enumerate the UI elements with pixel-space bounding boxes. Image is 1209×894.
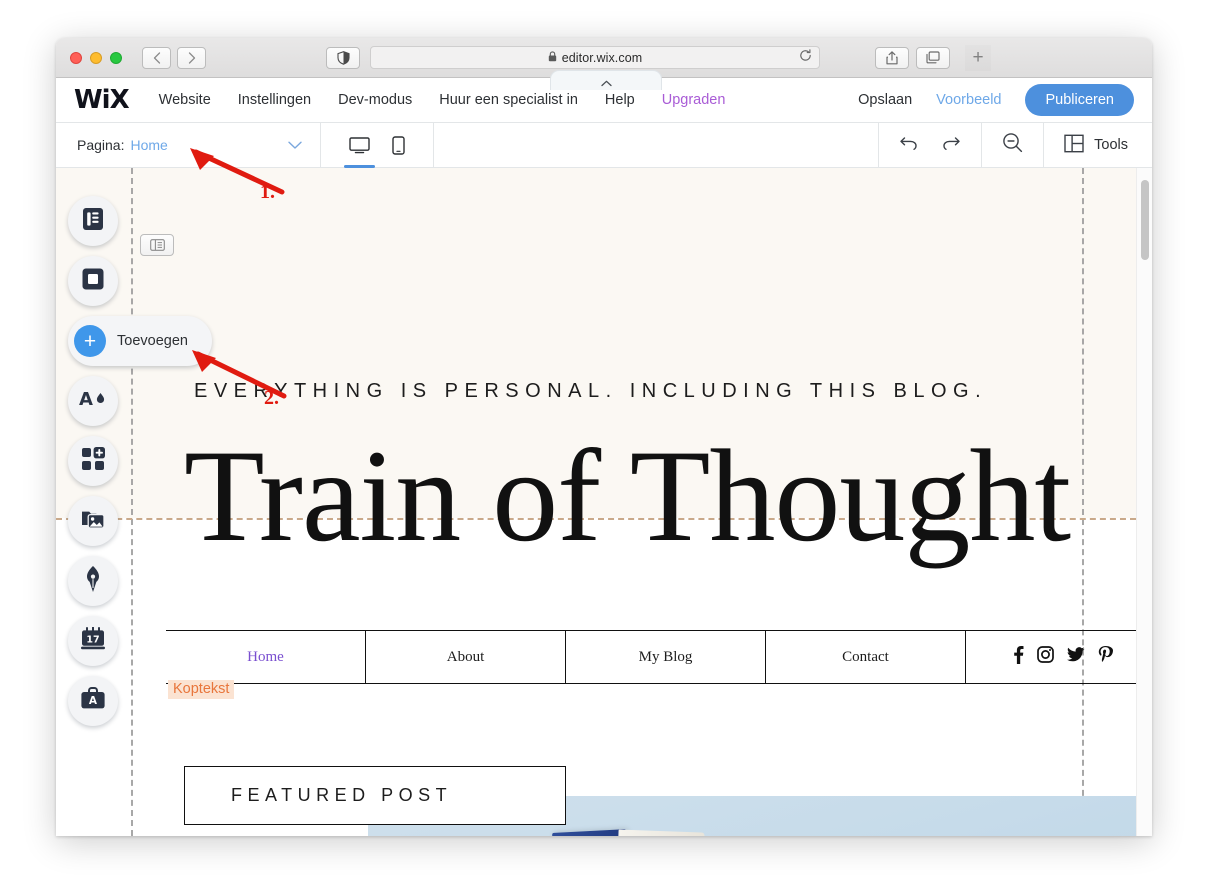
chevron-down-icon[interactable] [288,137,302,153]
featured-post-label[interactable]: FEATURED POST [184,766,566,825]
back-button[interactable] [142,46,171,69]
screenshot-root: editor.wix.com + WiX Website Instellinge… [0,0,1209,894]
panels-icon [1064,134,1084,157]
text-and-color-icon: A [79,388,107,415]
sidebar-item-background[interactable] [68,256,118,306]
url-text-group: editor.wix.com [548,51,643,65]
lock-icon [548,50,557,65]
page-name-label: Home [130,137,168,153]
menu-item-help[interactable]: Help [605,92,635,108]
close-window-button[interactable] [70,51,82,64]
sidebar-item-business-tools[interactable]: A [68,676,118,726]
sidebar-item-label-add: Toevoegen [117,333,188,349]
navigation-buttons[interactable] [142,46,206,69]
page-selector[interactable]: Pagina: Home [56,123,321,167]
annotation-number-2: 2. [264,387,279,409]
publish-button[interactable]: Publiceren [1025,84,1134,116]
wix-logo[interactable]: WiX [74,85,130,115]
calendar-17-icon: 17 [80,626,106,656]
show-tabs-icon[interactable] [916,46,950,69]
zoom-controls [981,123,1043,167]
history-controls [878,123,981,167]
view-mode-switch [321,123,434,168]
sidebar-item-my-uploads[interactable] [68,496,118,546]
new-tab-button[interactable]: + [965,44,991,71]
tools-label: Tools [1094,137,1128,153]
site-stage[interactable]: EVERYTHING IS PERSONAL. INCLUDING THIS B… [56,168,1136,836]
browser-right-buttons[interactable]: + [875,44,991,71]
redo-icon[interactable] [941,135,961,156]
editor-canvas: EVERYTHING IS PERSONAL. INCLUDING THIS B… [56,168,1152,836]
sidebar-item-menus-and-pages[interactable] [68,196,118,246]
desktop-view-icon[interactable] [344,136,375,168]
wix-top-bar: WiX Website Instellingen Dev-modus Huur … [56,70,1152,123]
site-nav: Home About My Blog Contact [166,630,1136,684]
share-icon[interactable] [875,46,909,69]
editor-sidebar: + Toevoegen A 17 A [68,196,212,726]
sidebar-item-bookings[interactable]: 17 [68,616,118,666]
wix-actions: Opslaan Voorbeeld Publiceren [858,84,1134,116]
preview-button[interactable]: Voorbeeld [936,92,1001,108]
guide-right [1082,168,1084,836]
svg-text:17: 17 [86,634,99,645]
menu-item-website[interactable]: Website [159,92,211,108]
menu-item-upgraden[interactable]: Upgraden [662,92,726,108]
mobile-view-icon[interactable] [392,135,405,155]
book-pages-shape [613,829,705,836]
site-nav-item-home[interactable]: Home [166,631,366,683]
address-bar[interactable]: editor.wix.com [370,46,820,69]
sidebar-item-theme-manager[interactable]: A [68,376,118,426]
collapse-toolbar-tab[interactable] [550,70,662,90]
scrollbar-thumb[interactable] [1141,180,1149,260]
tools-button[interactable]: Tools [1043,123,1152,167]
reload-icon[interactable] [799,48,812,67]
annotation-number-1: 1. [260,181,275,203]
fountain-pen-icon [85,565,101,597]
instagram-icon[interactable] [1036,646,1054,668]
plus-circle-icon: + [74,325,106,357]
section-label-koptekst: Koptekst [168,680,235,699]
minimize-window-button[interactable] [90,51,102,64]
sidebar-item-blog[interactable] [68,556,118,606]
undo-icon[interactable] [899,135,919,156]
background-square-icon [81,267,105,296]
sidebar-item-add-apps[interactable] [68,436,118,486]
site-nav-item-contact[interactable]: Contact [766,631,966,683]
site-nav-item-my-blog[interactable]: My Blog [566,631,766,683]
reader-shield-icon[interactable] [326,46,360,69]
save-button[interactable]: Opslaan [858,92,912,108]
zoom-out-icon[interactable] [1002,132,1023,158]
wix-main-menu: Website Instellingen Dev-modus Huur een … [159,92,726,108]
svg-text:A: A [89,695,98,707]
svg-text:A: A [79,389,93,410]
browser-window: editor.wix.com + WiX Website Instellinge… [56,38,1152,836]
social-links [966,631,1136,683]
forward-button[interactable] [177,46,206,69]
site-kicker: EVERYTHING IS PERSONAL. INCLUDING THIS B… [194,380,988,402]
url-label: editor.wix.com [561,50,643,65]
guide-left [131,168,133,836]
window-controls[interactable] [70,51,122,64]
page-prefix-label: Pagina: [77,137,125,153]
site-nav-item-about[interactable]: About [366,631,566,683]
wix-secondary-toolbar: Pagina: Home Tools [56,123,1152,168]
menu-item-dev-modus[interactable]: Dev-modus [338,92,412,108]
facebook-icon[interactable] [1013,645,1024,669]
menu-item-huur-een-specialist-in[interactable]: Huur een specialist in [439,92,578,108]
canvas-scrollbar[interactable] [1136,168,1152,836]
media-images-icon [80,508,106,535]
apps-grid-plus-icon [81,446,105,476]
menu-item-instellingen[interactable]: Instellingen [238,92,311,108]
twitter-icon[interactable] [1066,647,1085,667]
pinterest-icon[interactable] [1098,645,1113,669]
pages-icon [82,207,104,236]
sidebar-item-add[interactable]: + Toevoegen [68,316,212,366]
maximize-window-button[interactable] [110,51,122,64]
sidebar-toggle-icon[interactable] [140,234,174,256]
briefcase-a-icon: A [80,687,106,715]
site-title[interactable]: Train of Thought [184,430,1071,562]
